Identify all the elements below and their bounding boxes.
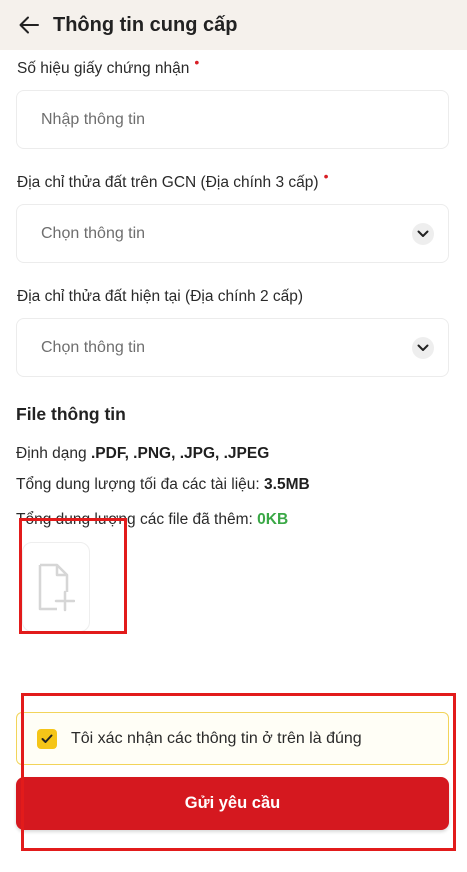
file-upload-button[interactable] — [22, 542, 90, 632]
chevron-down-icon — [412, 223, 434, 245]
file-section-title: File thông tin — [16, 404, 126, 424]
file-add-icon — [38, 563, 75, 612]
page-title: Thông tin cung cấp — [53, 13, 238, 36]
gcn-address-placeholder: Chọn thông tin — [41, 224, 146, 242]
required-mark: • — [323, 168, 329, 184]
arrow-left-icon — [19, 16, 39, 34]
gcn-address-select[interactable]: Chọn thông tin — [16, 204, 449, 263]
chevron-down-icon — [412, 337, 434, 359]
file-format-info: Định dạng .PDF, .PNG, .JPG, .JPEG — [16, 445, 270, 462]
certificate-number-label: Số hiệu giấy chứng nhận • — [17, 54, 200, 77]
submit-button[interactable]: Gửi yêu cầu — [16, 777, 449, 830]
certificate-number-input[interactable]: Nhập thông tin — [16, 90, 449, 149]
confirm-checkbox-row[interactable]: Tôi xác nhận các thông tin ở trên là đún… — [16, 712, 449, 765]
app-header: Thông tin cung cấp — [0, 0, 467, 50]
gcn-address-label: Địa chỉ thửa đất trên GCN (Địa chính 3 c… — [17, 168, 329, 191]
check-icon — [41, 734, 53, 743]
current-address-select[interactable]: Chọn thông tin — [16, 318, 449, 377]
back-button[interactable] — [18, 14, 40, 36]
current-address-label: Địa chỉ thửa đất hiện tại (Địa chính 2 c… — [17, 288, 304, 305]
required-mark: • — [194, 54, 200, 70]
max-size-info: Tổng dung lượng tối đa các tài liệu: 3.5… — [16, 476, 310, 493]
confirm-text: Tôi xác nhận các thông tin ở trên là đún… — [71, 729, 362, 747]
checkbox[interactable] — [37, 728, 57, 749]
certificate-number-placeholder: Nhập thông tin — [41, 110, 146, 128]
added-size-info: Tổng dung lượng các file đã thêm: 0KB — [16, 511, 289, 528]
current-address-placeholder: Chọn thông tin — [41, 338, 146, 356]
